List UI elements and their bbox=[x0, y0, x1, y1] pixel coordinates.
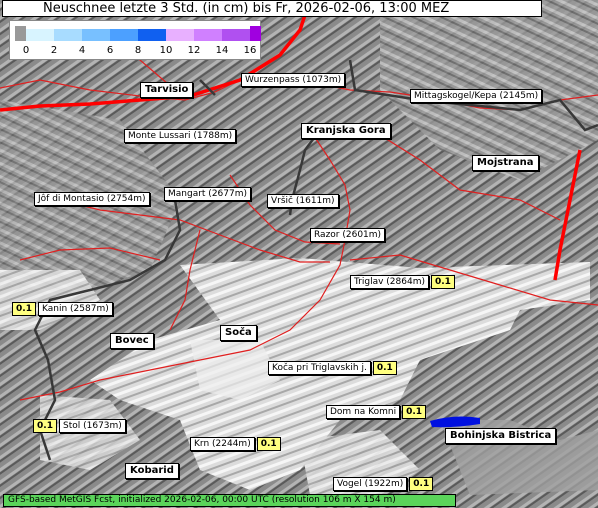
station-label: Koča pri Triglavskih j. bbox=[268, 361, 371, 375]
town-label: Bovec bbox=[110, 333, 154, 349]
map-title: Neuschnee letzte 3 Std. (in cm) bis Fr, … bbox=[2, 0, 542, 17]
snow-value-badge: 0.1 bbox=[33, 419, 57, 433]
station-label: Jôf di Montasio (2754m) bbox=[34, 192, 150, 206]
station-label: Kanin (2587m) bbox=[38, 302, 113, 316]
town-label: Tarvisio bbox=[140, 82, 194, 98]
legend-tick-label: 2 bbox=[50, 45, 58, 56]
snow-value-badge: 0.1 bbox=[409, 477, 434, 491]
snow-value-badge: 0.1 bbox=[402, 405, 427, 419]
legend-tick-label: 14 bbox=[215, 45, 229, 56]
legend-tick-label: 0 bbox=[22, 45, 30, 56]
station-label: Monte Lussari (1788m) bbox=[124, 129, 237, 143]
station-label: Krn (2244m) bbox=[190, 437, 255, 451]
snow-value-badge: 0.1 bbox=[372, 361, 397, 375]
legend-swatch bbox=[194, 29, 222, 41]
station-label: Stol (1673m) bbox=[59, 419, 126, 433]
station-label: Mangart (2677m) bbox=[164, 187, 251, 201]
station-label: Vršič (1611m) bbox=[267, 194, 339, 208]
legend-swatch bbox=[110, 29, 138, 41]
station-label: Wurzenpass (1073m) bbox=[241, 73, 346, 87]
snow-value-badge: 0.1 bbox=[12, 302, 36, 316]
legend-swatch bbox=[166, 29, 194, 41]
snow-value-badge: 0.1 bbox=[256, 437, 281, 451]
station-label: Triglav (2864m) bbox=[350, 275, 429, 289]
snow-value-badge: 0.1 bbox=[431, 275, 455, 289]
color-legend: 0 2 4 6 8 10 12 14 16 bbox=[9, 20, 261, 60]
station-label: Razor (2601m) bbox=[310, 228, 386, 242]
station-label: Mittagskogel/Kepa (2145m) bbox=[410, 89, 543, 103]
snow-map: Neuschnee letzte 3 Std. (in cm) bis Fr, … bbox=[0, 0, 598, 508]
legend-tick-label: 16 bbox=[243, 45, 257, 56]
legend-swatch bbox=[138, 29, 166, 41]
legend-cap-low bbox=[15, 26, 26, 41]
town-label: Soča bbox=[220, 325, 257, 341]
forecast-footer: GFS-based MetGIS Fcst, initialized 2026-… bbox=[3, 494, 456, 507]
legend-swatch bbox=[82, 29, 110, 41]
legend-cap-high bbox=[250, 26, 261, 41]
legend-tick-label: 10 bbox=[159, 45, 173, 56]
legend-swatch bbox=[54, 29, 82, 41]
town-label: Kranjska Gora bbox=[301, 123, 391, 139]
legend-tick-label: 12 bbox=[187, 45, 201, 56]
town-label: Kobarid bbox=[125, 463, 179, 479]
station-label: Dom na Komni bbox=[326, 405, 401, 419]
town-label: Bohinjska Bistrica bbox=[445, 428, 557, 444]
legend-tick-label: 8 bbox=[134, 45, 142, 56]
legend-swatch bbox=[222, 29, 250, 41]
town-label: Mojstrana bbox=[472, 155, 539, 171]
legend-tick-label: 6 bbox=[106, 45, 114, 56]
legend-swatch bbox=[26, 29, 54, 41]
station-label: Vogel (1922m) bbox=[333, 477, 408, 491]
legend-color-bar bbox=[26, 29, 250, 41]
legend-tick-label: 4 bbox=[78, 45, 86, 56]
